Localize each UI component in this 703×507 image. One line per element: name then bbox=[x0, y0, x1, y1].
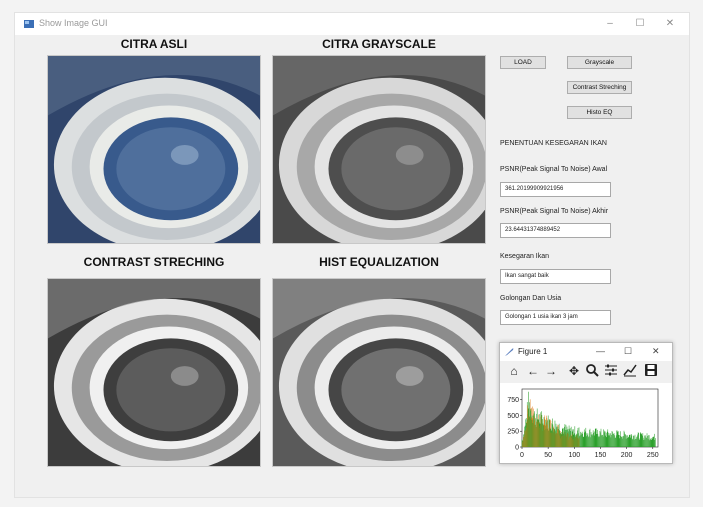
psnr-awal-field[interactable]: 361.20199909921956 bbox=[500, 182, 611, 197]
back-arrow-icon[interactable]: ← bbox=[525, 363, 541, 379]
forward-arrow-icon[interactable]: → bbox=[543, 363, 559, 379]
zoom-icon[interactable] bbox=[584, 363, 600, 379]
golongan-field[interactable]: Golongan 1 usia ikan 3 jam bbox=[500, 310, 611, 325]
feather-icon bbox=[505, 348, 514, 356]
figure-maximize-button[interactable]: ☐ bbox=[624, 346, 632, 357]
y-tick-label: 250 bbox=[507, 429, 519, 436]
image-original bbox=[47, 55, 261, 244]
minimize-button[interactable]: – bbox=[597, 15, 623, 33]
y-tick-label: 750 bbox=[507, 397, 519, 404]
pan-icon[interactable]: ✥ bbox=[566, 363, 582, 379]
home-icon[interactable]: ⌂ bbox=[506, 363, 522, 379]
window-title: Show Image GUI bbox=[39, 18, 108, 28]
figure-title-bar: Figure 1 — ☐ ✕ bbox=[500, 343, 672, 361]
kesegaran-label: Kesegaran Ikan bbox=[500, 253, 550, 260]
section-title: PENENTUAN KESEGARAN IKAN bbox=[500, 140, 607, 147]
kesegaran-field[interactable]: Ikan sangat baik bbox=[500, 269, 611, 284]
histogram-plot: 0 250 500 750 0 50 100 150 200 250 bbox=[500, 383, 672, 463]
title-grayscale: CITRA GRAYSCALE bbox=[322, 37, 436, 51]
grayscale-button[interactable]: Grayscale bbox=[567, 56, 632, 69]
load-button[interactable]: LOAD bbox=[500, 56, 546, 69]
contrast-stretching-button[interactable]: Contrast Streching bbox=[567, 81, 632, 94]
x-tick-label: 250 bbox=[647, 452, 659, 459]
x-tick-label: 100 bbox=[568, 452, 580, 459]
image-grayscale bbox=[272, 55, 486, 244]
golongan-label: Golongan Dan Usia bbox=[500, 295, 562, 302]
psnr-akhir-label: PSNR(Peak Signal To Noise) Akhir bbox=[500, 208, 609, 215]
y-tick-label: 500 bbox=[507, 413, 519, 420]
figure-toolbar: ⌂ ← → ✥ bbox=[500, 361, 672, 383]
image-contrast bbox=[47, 278, 261, 467]
app-icon bbox=[24, 20, 34, 28]
figure-window: Figure 1 — ☐ ✕ ⌂ ← → ✥ 0 250 500 750 0 50 100 1… bbox=[499, 342, 673, 464]
figure-title: Figure 1 bbox=[518, 347, 548, 356]
image-histeq bbox=[272, 278, 486, 467]
histo-eq-button[interactable]: Histo EQ bbox=[567, 106, 632, 119]
lines-icon[interactable] bbox=[622, 363, 638, 379]
title-histeq: HIST EQUALIZATION bbox=[319, 255, 439, 269]
close-button[interactable]: ✕ bbox=[657, 15, 683, 33]
x-tick-label: 50 bbox=[544, 452, 552, 459]
psnr-akhir-field[interactable]: 23.64431374889452 bbox=[500, 223, 611, 238]
histogram-svg: 0 250 500 750 0 50 100 150 200 250 bbox=[507, 388, 659, 459]
figure-close-button[interactable]: ✕ bbox=[652, 346, 660, 357]
title-contrast: CONTRAST STRECHING bbox=[83, 255, 225, 269]
x-tick-label: 200 bbox=[621, 452, 633, 459]
title-bar: Show Image GUI – ☐ ✕ bbox=[15, 13, 689, 35]
maximize-button[interactable]: ☐ bbox=[627, 15, 653, 33]
figure-minimize-button[interactable]: — bbox=[596, 346, 605, 356]
y-tick-label: 0 bbox=[515, 445, 519, 452]
x-tick-label: 150 bbox=[595, 452, 607, 459]
title-original: CITRA ASLI bbox=[120, 37, 188, 51]
save-icon[interactable] bbox=[643, 363, 659, 379]
psnr-awal-label: PSNR(Peak Signal To Noise) Awal bbox=[500, 166, 608, 173]
x-tick-label: 0 bbox=[520, 452, 524, 459]
subplots-icon[interactable] bbox=[603, 363, 619, 379]
